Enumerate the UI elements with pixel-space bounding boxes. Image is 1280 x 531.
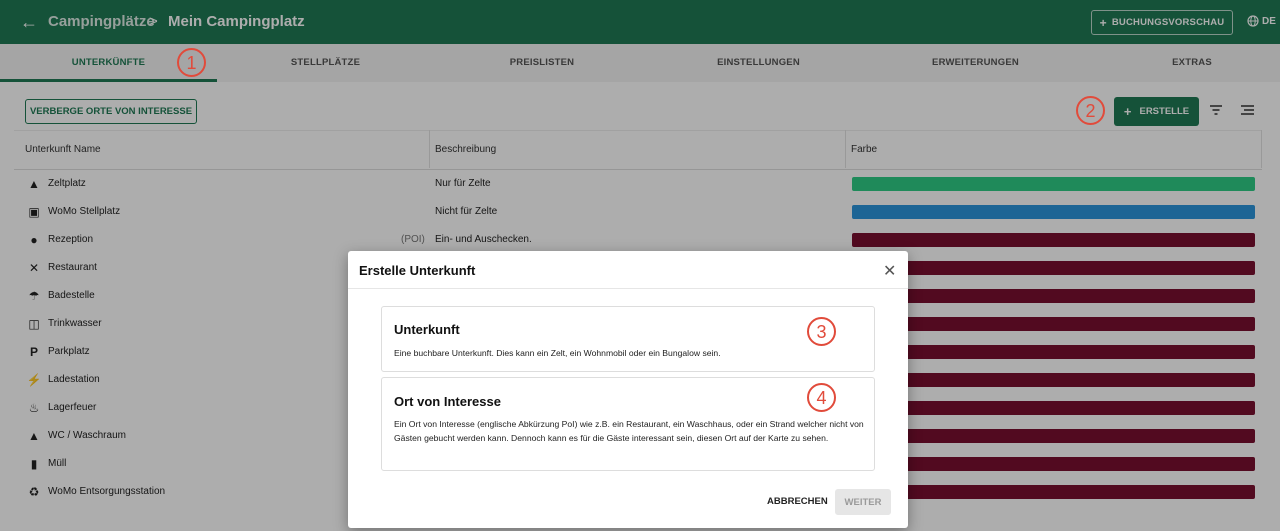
option-poi-card[interactable]: Ort von Interesse Ein Ort von Interesse … bbox=[381, 377, 875, 471]
annotation-marker-4: 4 bbox=[807, 383, 836, 412]
option-accommodation-text: Eine buchbare Unterkunft. Dies kann ein … bbox=[394, 348, 721, 358]
option-accommodation-title: Unterkunft bbox=[394, 322, 460, 337]
annotation-marker-1: 1 bbox=[177, 48, 206, 77]
create-accommodation-dialog: Erstelle Unterkunft ✕ Unterkunft Eine bu… bbox=[348, 251, 908, 528]
option-poi-title: Ort von Interesse bbox=[394, 394, 501, 409]
annotation-marker-3: 3 bbox=[807, 317, 836, 346]
next-button[interactable]: WEITER bbox=[835, 489, 891, 515]
cancel-button[interactable]: ABBRECHEN bbox=[767, 496, 828, 507]
dialog-divider bbox=[348, 288, 908, 289]
dialog-title: Erstelle Unterkunft bbox=[359, 263, 476, 278]
annotation-marker-2: 2 bbox=[1076, 96, 1105, 125]
option-accommodation-card[interactable]: Unterkunft Eine buchbare Unterkunft. Die… bbox=[381, 306, 875, 372]
option-poi-text: Ein Ort von Interesse (englische Abkürzu… bbox=[394, 419, 864, 443]
close-icon[interactable]: ✕ bbox=[883, 261, 896, 281]
